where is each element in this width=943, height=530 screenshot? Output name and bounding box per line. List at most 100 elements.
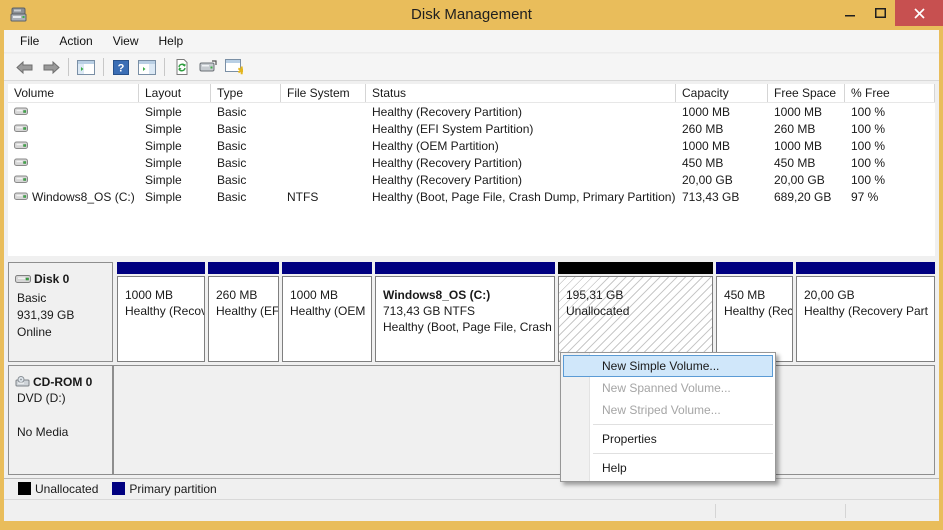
show-action-pane-button[interactable]: [135, 56, 159, 78]
partition-info-box: 450 MBHealthy (Rec: [716, 276, 793, 362]
cell-capacity: 713,43 GB: [676, 190, 768, 204]
cell-capacity: 450 MB: [676, 156, 768, 170]
partition-info-box: Windows8_OS (C:)713,43 GB NTFSHealthy (B…: [375, 276, 555, 362]
volume-icon: [14, 140, 29, 151]
toolbar-separator: [103, 58, 104, 76]
context-menu: New Simple Volume...New Spanned Volume..…: [560, 352, 776, 482]
cell-type: Basic: [211, 190, 281, 204]
partition-detail: Healthy (EF: [216, 303, 272, 319]
cell-capacity: 1000 MB: [676, 105, 768, 119]
partition-windows8-os-c[interactable]: Windows8_OS (C:)713,43 GB NTFSHealthy (B…: [375, 262, 555, 362]
partition-detail: Healthy (Rec: [724, 303, 786, 319]
column-header-volume[interactable]: Volume: [8, 84, 139, 102]
partition-260-mb[interactable]: 260 MBHealthy (EF: [208, 262, 279, 362]
menu-action[interactable]: Action: [49, 31, 102, 51]
menu-help[interactable]: Help: [149, 31, 194, 51]
volume-row[interactable]: SimpleBasicHealthy (Recovery Partition)2…: [8, 171, 935, 188]
refresh-button[interactable]: [170, 56, 194, 78]
volume-row[interactable]: SimpleBasicHealthy (Recovery Partition)1…: [8, 103, 935, 120]
volume-icon: [14, 191, 29, 202]
disk0-header[interactable]: Disk 0 Basic 931,39 GB Online: [8, 262, 113, 362]
primary-partition-color-bar: [208, 262, 279, 274]
cell-status: Healthy (Recovery Partition): [366, 156, 676, 170]
disk-properties-button[interactable]: [196, 56, 220, 78]
cdrom-header[interactable]: CD-ROM 0 DVD (D:) No Media: [8, 365, 113, 475]
cell-status: Healthy (Recovery Partition): [366, 173, 676, 187]
primary-partition-color-bar: [375, 262, 555, 274]
cell-capacity: 1000 MB: [676, 139, 768, 153]
menu-bar: FileActionViewHelp: [4, 30, 939, 53]
menu-item-help[interactable]: Help: [563, 457, 773, 479]
cell-file_system: NTFS: [281, 190, 366, 204]
column-header-capacity[interactable]: Capacity: [676, 84, 768, 102]
partition-450-mb[interactable]: 450 MBHealthy (Rec: [716, 262, 793, 362]
help-button[interactable]: ?: [109, 56, 133, 78]
legend-unallocated: Unallocated: [18, 482, 98, 496]
menu-item-new-spanned-volume: New Spanned Volume...: [563, 377, 773, 399]
menu-item-new-simple-volume[interactable]: New Simple Volume...: [563, 355, 773, 377]
help-icon: ?: [113, 60, 129, 75]
disk0-row: Disk 0 Basic 931,39 GB Online 1000 MBHea…: [8, 262, 935, 362]
cell-free_space: 689,20 GB: [768, 190, 845, 204]
cell-free_space: 20,00 GB: [768, 173, 845, 187]
menu-view[interactable]: View: [103, 31, 149, 51]
volume-table-header: VolumeLayoutTypeFile SystemStatusCapacit…: [8, 84, 935, 103]
minimize-button[interactable]: [835, 0, 865, 26]
back-button[interactable]: [13, 56, 37, 78]
cell-pct_free: 100 %: [845, 139, 935, 153]
column-header-free-space[interactable]: Free Space: [768, 84, 845, 102]
disk-icon: [15, 273, 32, 285]
title-bar: Disk Management: [0, 0, 943, 30]
disk0-partition-track: 1000 MBHealthy (Recov260 MBHealthy (EF10…: [113, 262, 935, 362]
partition-detail: 260 MB: [216, 287, 272, 303]
cell-free_space: 450 MB: [768, 156, 845, 170]
column-header-status[interactable]: Status: [366, 84, 676, 102]
volume-row[interactable]: SimpleBasicHealthy (OEM Partition)1000 M…: [8, 137, 935, 154]
partition-1000-mb[interactable]: 1000 MBHealthy (OEM: [282, 262, 372, 362]
column-header-layout[interactable]: Layout: [139, 84, 211, 102]
volume-row[interactable]: Windows8_OS (C:)SimpleBasicNTFSHealthy (…: [8, 188, 935, 205]
cell-free_space: 1000 MB: [768, 139, 845, 153]
partition-20-00-gb[interactable]: 20,00 GBHealthy (Recovery Part: [796, 262, 935, 362]
volume-icon: [14, 106, 29, 117]
cell-free_space: 260 MB: [768, 122, 845, 136]
legend-swatch: [18, 482, 31, 495]
cell-volume: [8, 157, 139, 168]
disk0-label: Disk 0: [34, 272, 69, 286]
legend-bar: Unallocated Primary partition: [4, 478, 939, 498]
cdrom-drive-letter: DVD (D:): [17, 391, 112, 405]
volume-row[interactable]: SimpleBasicHealthy (EFI System Partition…: [8, 120, 935, 137]
partition-detail: 20,00 GB: [804, 287, 928, 303]
show-console-tree-button[interactable]: [74, 56, 98, 78]
cdrom-icon: [15, 376, 31, 389]
partition-1000-mb[interactable]: 1000 MBHealthy (Recov: [117, 262, 205, 362]
cell-pct_free: 100 %: [845, 173, 935, 187]
cell-pct_free: 97 %: [845, 190, 935, 204]
volume-icon: [14, 174, 29, 185]
column-header-type[interactable]: Type: [211, 84, 281, 102]
disk0-type: Basic: [17, 291, 112, 305]
toolbar-separator: [164, 58, 165, 76]
cdrom-media-area[interactable]: [113, 365, 935, 475]
cell-layout: Simple: [139, 190, 211, 204]
partition-info-box: 260 MBHealthy (EF: [208, 276, 279, 362]
forward-button[interactable]: [39, 56, 63, 78]
volume-row[interactable]: SimpleBasicHealthy (Recovery Partition)4…: [8, 154, 935, 171]
column-header-free[interactable]: % Free: [845, 84, 935, 102]
close-button[interactable]: [895, 0, 943, 26]
legend-primary-partition: Primary partition: [112, 482, 216, 496]
menu-item-properties[interactable]: Properties: [563, 428, 773, 450]
partition-detail: Unallocated: [566, 303, 706, 319]
column-header-file-system[interactable]: File System: [281, 84, 366, 102]
menu-file[interactable]: File: [10, 31, 49, 51]
partition-detail: 713,43 GB NTFS: [383, 303, 548, 319]
partition-detail: 1000 MB: [290, 287, 365, 303]
cell-type: Basic: [211, 173, 281, 187]
partition-detail: Healthy (Recov: [125, 303, 198, 319]
rescan-disks-button[interactable]: ✱: [222, 56, 246, 78]
cell-volume: [8, 140, 139, 151]
primary-partition-color-bar: [282, 262, 372, 274]
partition-unallocated[interactable]: 195,31 GBUnallocated: [558, 262, 713, 362]
maximize-button[interactable]: [865, 0, 895, 26]
rescan-disks-icon: ✱: [225, 59, 243, 75]
